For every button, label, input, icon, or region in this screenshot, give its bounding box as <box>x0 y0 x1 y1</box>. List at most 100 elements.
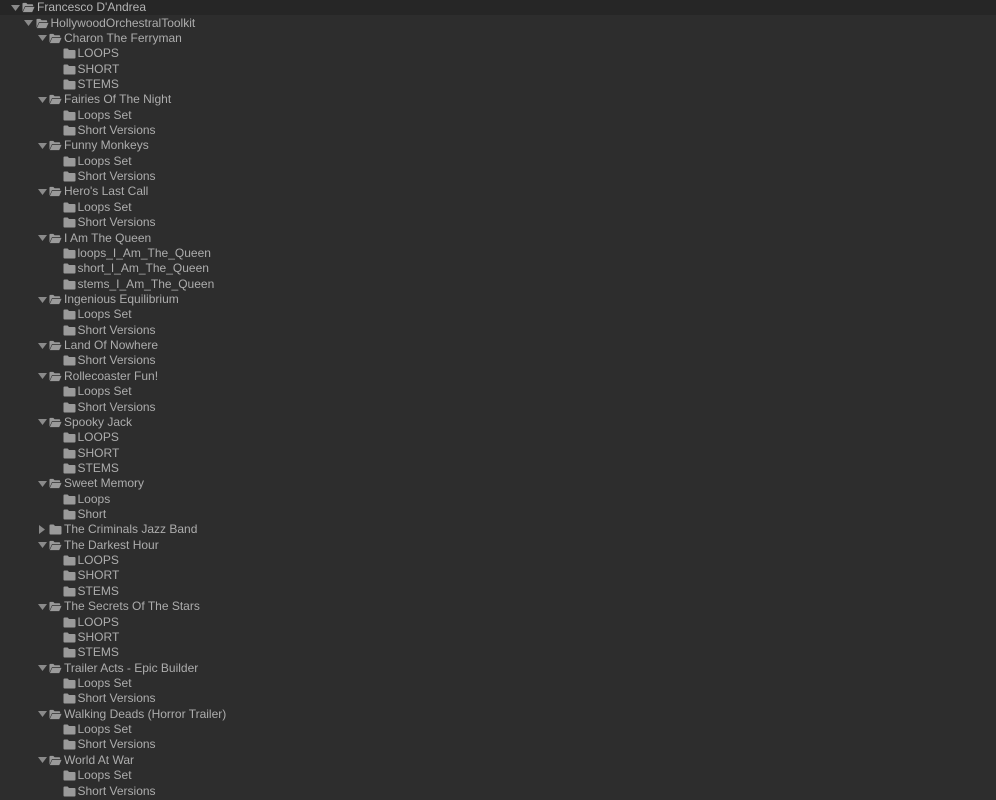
tree-row-loops[interactable]: LOOPS <box>0 46 996 61</box>
tree-row-short[interactable]: SHORT <box>0 630 996 645</box>
tree-row-short-versions[interactable]: Short Versions <box>0 123 996 138</box>
tree-row-francesco-d-andrea[interactable]: Francesco D'Andrea <box>0 0 996 16</box>
triangle-down-icon[interactable] <box>35 753 49 768</box>
triangle-down-icon[interactable] <box>35 184 49 199</box>
tree-row-spooky-jack[interactable]: Spooky Jack <box>0 415 996 430</box>
tree-row-loops-set[interactable]: Loops Set <box>0 108 996 123</box>
tree-item-label: Loops Set <box>77 307 132 322</box>
tree-row-short-versions[interactable]: Short Versions <box>0 169 996 184</box>
triangle-down-icon[interactable] <box>35 476 49 491</box>
folder-icon <box>63 615 76 630</box>
tree-row-funny-monkeys[interactable]: Funny Monkeys <box>0 138 996 153</box>
folder-open-icon <box>49 231 62 246</box>
folder-icon <box>63 261 76 276</box>
triangle-down-icon[interactable] <box>8 0 22 15</box>
triangle-down-icon[interactable] <box>35 415 49 430</box>
triangle-down-icon[interactable] <box>35 338 49 353</box>
tree-row-stems-i-am-the-queen[interactable]: stems_I_Am_The_Queen <box>0 276 996 291</box>
tree-row-stems[interactable]: STEMS <box>0 645 996 660</box>
tree-row-short-i-am-the-queen[interactable]: short_I_Am_The_Queen <box>0 261 996 276</box>
triangle-down-icon[interactable] <box>35 599 49 614</box>
tree-row-the-secrets-of-the-stars[interactable]: The Secrets Of The Stars <box>0 599 996 614</box>
tree-row-charon-the-ferryman[interactable]: Charon The Ferryman <box>0 31 996 46</box>
folder-icon <box>63 154 76 169</box>
tree-row-hero-s-last-call[interactable]: Hero's Last Call <box>0 184 996 199</box>
tree-row-trailer-acts-epic-builder[interactable]: Trailer Acts - Epic Builder <box>0 660 996 675</box>
triangle-down-icon[interactable] <box>35 369 49 384</box>
tree-row-loops-set[interactable]: Loops Set <box>0 722 996 737</box>
triangle-down-icon[interactable] <box>22 16 36 31</box>
tree-row-stems[interactable]: STEMS <box>0 77 996 92</box>
triangle-down-icon[interactable] <box>35 707 49 722</box>
tree-row-short[interactable]: SHORT <box>0 445 996 460</box>
folder-open-icon <box>49 599 62 614</box>
tree-row-short-versions[interactable]: Short Versions <box>0 691 996 706</box>
tree-row-the-darkest-hour[interactable]: The Darkest Hour <box>0 538 996 553</box>
tree-row-stems[interactable]: STEMS <box>0 584 996 599</box>
tree-item-label: Short Versions <box>77 399 156 414</box>
triangle-down-icon[interactable] <box>35 292 49 307</box>
triangle-down-icon[interactable] <box>35 231 49 246</box>
tree-row-stems[interactable]: STEMS <box>0 461 996 476</box>
tree-item-label: Francesco D'Andrea <box>37 0 147 15</box>
tree-row-loops[interactable]: LOOPS <box>0 553 996 568</box>
triangle-down-icon[interactable] <box>35 31 49 46</box>
tree-row-loops[interactable]: LOOPS <box>0 614 996 629</box>
tree-row-short[interactable]: SHORT <box>0 61 996 76</box>
triangle-down-icon[interactable] <box>35 538 49 553</box>
tree-row-rollecoaster-fun[interactable]: Rollecoaster Fun! <box>0 369 996 384</box>
tree-row-walking-deads-horror-trailer[interactable]: Walking Deads (Horror Trailer) <box>0 707 996 722</box>
tree-row-short-versions[interactable]: Short Versions <box>0 323 996 338</box>
tree-row-land-of-nowhere[interactable]: Land Of Nowhere <box>0 338 996 353</box>
tree-item-label: Short Versions <box>77 169 156 184</box>
tree-row-short-versions[interactable]: Short Versions <box>0 737 996 752</box>
tree-row-loops-set[interactable]: Loops Set <box>0 768 996 783</box>
tree-row-loops-set[interactable]: Loops Set <box>0 384 996 399</box>
tree-row-world-at-war[interactable]: World At War <box>0 753 996 768</box>
tree-item-label: Walking Deads (Horror Trailer) <box>64 706 227 721</box>
tree-row-loops[interactable]: Loops <box>0 492 996 507</box>
folder-open-icon <box>49 753 62 768</box>
folder-open-icon <box>49 661 62 676</box>
tree-row-short-versions[interactable]: Short Versions <box>0 353 996 368</box>
tree-row-short[interactable]: SHORT <box>0 568 996 583</box>
tree-row-short-versions[interactable]: Short Versions <box>0 399 996 414</box>
triangle-down-icon[interactable] <box>35 138 49 153</box>
tree-row-i-am-the-queen[interactable]: I Am The Queen <box>0 230 996 245</box>
tree-row-loops-set[interactable]: Loops Set <box>0 200 996 215</box>
tree-row-hollywoodorchestraltoolkit[interactable]: HollywoodOrchestralToolkit <box>0 15 996 30</box>
tree-row-loops-set[interactable]: Loops Set <box>0 307 996 322</box>
tree-row-loops-i-am-the-queen[interactable]: loops_I_Am_The_Queen <box>0 246 996 261</box>
folder-icon <box>63 430 76 445</box>
tree-item-label: Spooky Jack <box>64 414 133 429</box>
tree-row-the-criminals-jazz-band[interactable]: The Criminals Jazz Band <box>0 522 996 537</box>
folder-open-icon <box>49 538 62 553</box>
folder-icon <box>63 384 76 399</box>
triangle-right-icon[interactable] <box>35 522 49 537</box>
folder-icon <box>63 307 76 322</box>
tree-row-short[interactable]: Short <box>0 507 996 522</box>
tree-row-sweet-memory[interactable]: Sweet Memory <box>0 476 996 491</box>
tree-row-loops[interactable]: LOOPS <box>0 430 996 445</box>
tree-row-short-versions[interactable]: Short Versions <box>0 783 996 798</box>
tree-row-loops-set[interactable]: Loops Set <box>0 154 996 169</box>
tree-item-label: STEMS <box>77 460 119 475</box>
tree-row-ingenious-equilibrium[interactable]: Ingenious Equilibrium <box>0 292 996 307</box>
folder-icon <box>63 215 76 230</box>
tree-row-loops-set[interactable]: Loops Set <box>0 676 996 691</box>
folder-open-icon <box>49 369 62 384</box>
folder-icon <box>63 630 76 645</box>
tree-item-label: Ingenious Equilibrium <box>64 292 179 306</box>
tree-row-fairies-of-the-night[interactable]: Fairies Of The Night <box>0 92 996 107</box>
triangle-down-icon[interactable] <box>35 92 49 107</box>
tree-row-short-versions[interactable]: Short Versions <box>0 215 996 230</box>
tree-item-label: Trailer Acts - Epic Builder <box>64 660 199 675</box>
triangle-down-icon[interactable] <box>35 661 49 676</box>
